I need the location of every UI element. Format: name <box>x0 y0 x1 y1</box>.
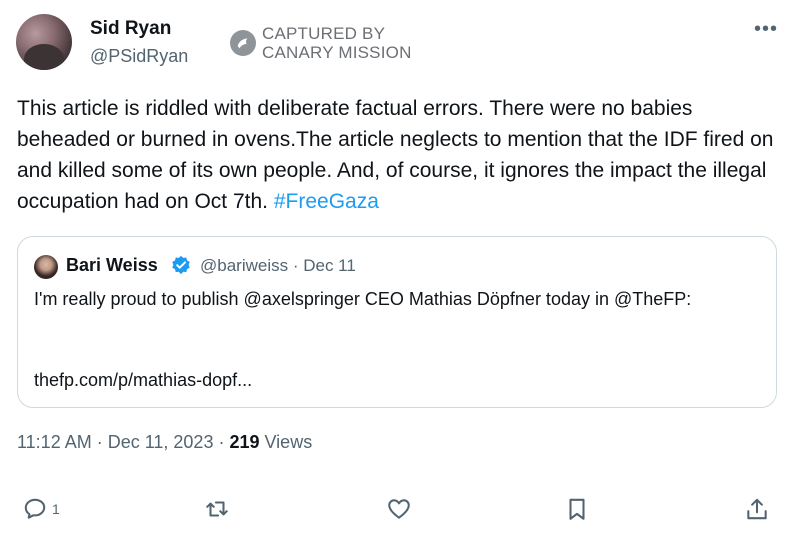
views-count: 219 <box>229 432 260 452</box>
quoted-handle-date: @bariweiss · Dec 11 <box>200 256 356 275</box>
reply-icon <box>24 498 46 519</box>
action-bar: 1 <box>0 494 800 528</box>
like-button[interactable] <box>386 496 412 522</box>
author-handle[interactable]: @PSidRyan <box>90 46 188 67</box>
quoted-text: I'm really proud to publish @axelspringe… <box>34 289 692 309</box>
reply-count: 1 <box>52 501 60 517</box>
retweet-icon <box>206 501 228 517</box>
reply-button[interactable]: 1 <box>22 496 60 522</box>
watermark-line-1: CAPTURED BY <box>262 24 386 43</box>
verified-badge-icon <box>172 255 190 275</box>
tweet-text: This article is riddled with deliberate … <box>17 93 787 217</box>
heart-icon <box>388 499 410 519</box>
canary-mission-watermark: CAPTURED BY CANARY MISSION <box>230 24 412 62</box>
quoted-link[interactable]: thefp.com/p/mathias-dopf... <box>34 370 252 391</box>
views-label: Views <box>259 432 313 452</box>
canary-bird-icon <box>230 30 256 56</box>
more-options-icon[interactable]: ••• <box>754 18 778 41</box>
share-icon <box>747 498 767 520</box>
quoted-author-name: Bari Weiss <box>66 255 158 275</box>
watermark-line-2: CANARY MISSION <box>262 43 412 62</box>
hashtag-link[interactable]: #FreeGaza <box>274 190 379 213</box>
bookmark-icon <box>569 498 585 520</box>
tweet-body: This article is riddled with deliberate … <box>17 97 774 213</box>
tweet-meta: 11:12 AM · Dec 11, 2023 · 219 Views <box>17 432 312 453</box>
timestamp[interactable]: 11:12 AM · Dec 11, 2023 · <box>17 432 229 452</box>
bookmark-button[interactable] <box>564 496 590 522</box>
retweet-button[interactable] <box>204 496 230 522</box>
author-name[interactable]: Sid Ryan <box>90 18 171 40</box>
quoted-tweet[interactable]: Bari Weiss @bariweiss · Dec 11 I'm reall… <box>17 236 777 408</box>
share-button[interactable] <box>744 496 770 522</box>
author-avatar[interactable] <box>16 14 72 70</box>
quoted-author-avatar <box>34 255 58 279</box>
